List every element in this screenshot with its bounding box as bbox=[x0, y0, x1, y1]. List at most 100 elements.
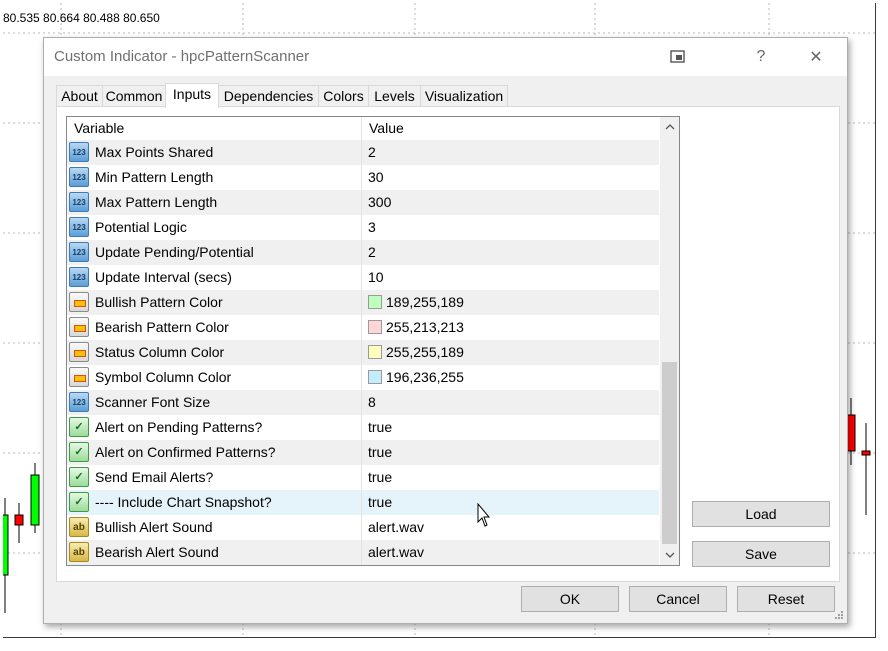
table-row[interactable]: 123 Potential Logic 3 bbox=[67, 215, 659, 240]
value-cell[interactable]: 30 bbox=[362, 165, 659, 190]
save-button[interactable]: Save bbox=[692, 541, 830, 567]
scroll-down-icon[interactable] bbox=[660, 545, 679, 565]
table-row[interactable]: ✓ Alert on Confirmed Patterns? true bbox=[67, 440, 659, 465]
column-header-variable[interactable]: Variable bbox=[67, 117, 362, 140]
value-cell[interactable]: true bbox=[362, 490, 659, 515]
inputs-grid: Variable Value 123 Max Points Shared 2 123 M… bbox=[66, 116, 680, 566]
variable-value[interactable]: 196,236,255 bbox=[386, 365, 464, 390]
table-row[interactable]: ✓ ---- Include Chart Snapshot? true bbox=[67, 490, 659, 515]
title-bar[interactable]: Custom Indicator - hpcPatternScanner ? ✕ bbox=[44, 38, 847, 76]
table-row[interactable]: Status Column Color 255,255,189 bbox=[67, 340, 659, 365]
value-cell[interactable]: true bbox=[362, 415, 659, 440]
table-row[interactable]: Symbol Column Color 196,236,255 bbox=[67, 365, 659, 390]
boolean-type-icon: ✓ bbox=[69, 492, 89, 512]
variable-value[interactable]: true bbox=[368, 490, 392, 515]
value-cell[interactable]: 300 bbox=[362, 190, 659, 215]
table-row[interactable]: ✓ Alert on Pending Patterns? true bbox=[67, 415, 659, 440]
table-row[interactable]: ✓ Send Email Alerts? true bbox=[67, 465, 659, 490]
variable-value[interactable]: true bbox=[368, 415, 392, 440]
tab-common[interactable]: Common bbox=[102, 85, 166, 106]
variable-name: Bullish Pattern Color bbox=[95, 294, 223, 310]
cancel-button[interactable]: Cancel bbox=[629, 586, 727, 612]
color-swatch[interactable] bbox=[368, 345, 382, 359]
variable-value[interactable]: alert.wav bbox=[368, 515, 424, 540]
table-row[interactable]: 123 Min Pattern Length 30 bbox=[67, 165, 659, 190]
value-cell[interactable]: 3 bbox=[362, 215, 659, 240]
table-row[interactable]: 123 Update Interval (secs) 10 bbox=[67, 265, 659, 290]
window-mode-icon[interactable] bbox=[664, 44, 692, 70]
help-button[interactable]: ? bbox=[747, 44, 775, 70]
color-swatch[interactable] bbox=[368, 370, 382, 384]
table-row[interactable]: ab Bullish Alert Sound alert.wav bbox=[67, 515, 659, 540]
close-button[interactable]: ✕ bbox=[802, 44, 830, 70]
variable-value[interactable]: 2 bbox=[368, 140, 376, 165]
value-cell[interactable]: 2 bbox=[362, 240, 659, 265]
variable-value[interactable]: 3 bbox=[368, 215, 376, 240]
variable-value[interactable]: true bbox=[368, 440, 392, 465]
table-row[interactable]: 123 Max Points Shared 2 bbox=[67, 140, 659, 165]
tab-dependencies[interactable]: Dependencies bbox=[218, 85, 319, 106]
variable-value[interactable]: true bbox=[368, 465, 392, 490]
value-cell[interactable]: 2 bbox=[362, 140, 659, 165]
variable-name: Alert on Confirmed Patterns? bbox=[95, 444, 276, 460]
ok-button[interactable]: OK bbox=[521, 586, 619, 612]
load-button[interactable]: Load bbox=[692, 501, 830, 527]
table-row[interactable]: 123 Max Pattern Length 300 bbox=[67, 190, 659, 215]
value-cell[interactable]: 189,255,189 bbox=[362, 290, 659, 315]
integer-type-icon: 123 bbox=[69, 242, 89, 262]
tab-levels[interactable]: Levels bbox=[368, 85, 421, 106]
tab-visualization[interactable]: Visualization bbox=[420, 85, 508, 106]
variable-name: Status Column Color bbox=[95, 344, 225, 360]
variable-value[interactable]: 255,213,213 bbox=[386, 315, 464, 340]
price-quote: 80.535 80.664 80.488 80.650 bbox=[3, 11, 160, 25]
value-cell[interactable]: true bbox=[362, 465, 659, 490]
integer-type-icon: 123 bbox=[69, 142, 89, 162]
scroll-up-icon[interactable] bbox=[660, 117, 679, 137]
value-cell[interactable]: 255,255,189 bbox=[362, 340, 659, 365]
variable-name: Symbol Column Color bbox=[95, 369, 232, 385]
variable-cell: Status Column Color bbox=[67, 340, 362, 365]
variable-value[interactable]: 8 bbox=[368, 390, 376, 415]
tab-about[interactable]: About bbox=[56, 85, 103, 106]
table-row[interactable]: 123 Update Pending/Potential 2 bbox=[67, 240, 659, 265]
variable-value[interactable]: 10 bbox=[368, 265, 384, 290]
variable-value[interactable]: 255,255,189 bbox=[386, 340, 464, 365]
table-row[interactable]: Bullish Pattern Color 189,255,189 bbox=[67, 290, 659, 315]
variable-name: Update Pending/Potential bbox=[95, 244, 254, 260]
variable-name: Scanner Font Size bbox=[95, 394, 211, 410]
variable-cell: ✓ ---- Include Chart Snapshot? bbox=[67, 490, 362, 515]
variable-value[interactable]: 300 bbox=[368, 190, 391, 215]
variable-name: ---- Include Chart Snapshot? bbox=[95, 494, 272, 510]
table-row[interactable]: Bearish Pattern Color 255,213,213 bbox=[67, 315, 659, 340]
resize-grip-icon[interactable] bbox=[834, 610, 844, 620]
variable-name: Max Pattern Length bbox=[95, 194, 218, 210]
variable-name: Update Interval (secs) bbox=[95, 269, 232, 285]
variable-value[interactable]: 189,255,189 bbox=[386, 290, 464, 315]
tab-colors[interactable]: Colors bbox=[318, 85, 369, 106]
vertical-scrollbar[interactable] bbox=[660, 117, 679, 565]
variable-cell: ✓ Alert on Confirmed Patterns? bbox=[67, 440, 362, 465]
variable-name: Potential Logic bbox=[95, 219, 187, 235]
value-cell[interactable]: true bbox=[362, 440, 659, 465]
reset-button[interactable]: Reset bbox=[737, 586, 835, 612]
table-row[interactable]: 123 Scanner Font Size 8 bbox=[67, 390, 659, 415]
value-cell[interactable]: 8 bbox=[362, 390, 659, 415]
integer-type-icon: 123 bbox=[69, 167, 89, 187]
variable-name: Send Email Alerts? bbox=[95, 469, 214, 485]
variable-value[interactable]: 30 bbox=[368, 165, 384, 190]
color-swatch[interactable] bbox=[368, 320, 382, 334]
variable-cell: 123 Update Pending/Potential bbox=[67, 240, 362, 265]
column-header-value[interactable]: Value bbox=[362, 117, 659, 140]
value-cell[interactable]: 196,236,255 bbox=[362, 365, 659, 390]
table-row[interactable]: ab Bearish Alert Sound alert.wav bbox=[67, 540, 659, 565]
variable-value[interactable]: 2 bbox=[368, 240, 376, 265]
variable-value[interactable]: alert.wav bbox=[368, 540, 424, 565]
value-cell[interactable]: 255,213,213 bbox=[362, 315, 659, 340]
value-cell[interactable]: 10 bbox=[362, 265, 659, 290]
integer-type-icon: 123 bbox=[69, 192, 89, 212]
scroll-thumb[interactable] bbox=[662, 362, 677, 544]
tab-inputs[interactable]: Inputs bbox=[165, 83, 219, 108]
value-cell[interactable]: alert.wav bbox=[362, 515, 659, 540]
color-swatch[interactable] bbox=[368, 295, 382, 309]
value-cell[interactable]: alert.wav bbox=[362, 540, 659, 565]
